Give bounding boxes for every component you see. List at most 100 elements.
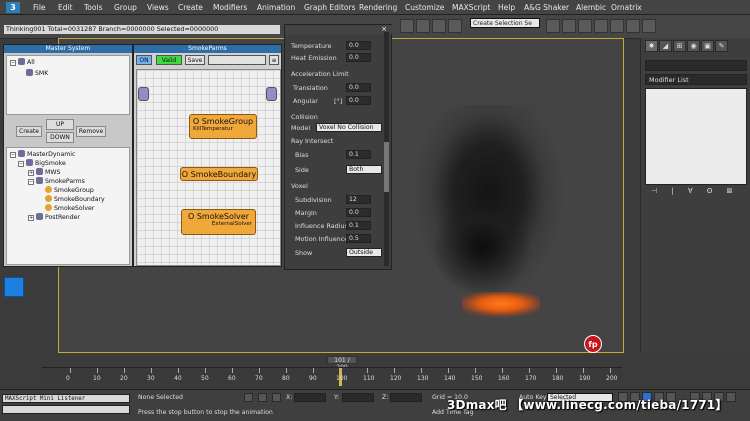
tree-item-smokeparms[interactable]: − SmokeParms bbox=[28, 177, 85, 185]
tree-item-masterdynamic[interactable]: − MasterDynamic bbox=[10, 150, 75, 158]
timeline-tick-label: 130 bbox=[417, 375, 429, 382]
create-button[interactable]: Create bbox=[16, 126, 42, 137]
toolbar-tool-2-icon[interactable] bbox=[562, 19, 576, 33]
x-coordinate-field[interactable] bbox=[294, 393, 326, 402]
margin-label: Margin bbox=[295, 209, 317, 217]
save-button[interactable]: Save bbox=[185, 55, 205, 65]
create-tab-icon[interactable]: ✸ bbox=[645, 40, 658, 52]
selection-set-dropdown[interactable]: Create Selection Se bbox=[470, 18, 540, 28]
render-icon[interactable] bbox=[432, 19, 446, 33]
output-socket[interactable] bbox=[266, 87, 277, 101]
tree-item-all[interactable]: − All bbox=[10, 58, 35, 66]
display-tab-icon[interactable]: ▣ bbox=[701, 40, 714, 52]
hierarchy-tab-icon[interactable]: ⊞ bbox=[673, 40, 686, 52]
object-name-field[interactable] bbox=[645, 60, 747, 71]
menu-rendering[interactable]: Rendering bbox=[359, 3, 397, 12]
smokegroup-node[interactable]: O SmokeGroup KillTemperatur bbox=[189, 114, 257, 139]
menu-graph-editors[interactable]: Graph Editors bbox=[304, 3, 356, 12]
angular-field[interactable]: 0.0 bbox=[346, 96, 371, 105]
show-dropdown[interactable]: Outside bbox=[346, 248, 382, 257]
menu-modifiers[interactable]: Modifiers bbox=[213, 3, 247, 12]
tree-item-smokeboundary[interactable]: SmokeBoundary bbox=[45, 195, 105, 203]
tree-item-smk[interactable]: SMK bbox=[26, 69, 48, 77]
menu-create[interactable]: Create bbox=[178, 3, 203, 12]
node-graph-canvas[interactable]: O SmokeGroup KillTemperatur O SmokeBound… bbox=[136, 69, 281, 266]
input-socket[interactable] bbox=[138, 87, 149, 101]
lock-selection-icon[interactable] bbox=[244, 393, 253, 402]
menu-views[interactable]: Views bbox=[147, 3, 169, 12]
motion-tab-icon[interactable]: ◉ bbox=[687, 40, 700, 52]
y-coordinate-field[interactable] bbox=[342, 393, 374, 402]
stack-buttons[interactable]: ⊣ | ∀ ʘ ⊠ bbox=[645, 187, 747, 197]
maxscript-mini-listener[interactable]: MAXScript Mini Listener bbox=[2, 394, 130, 403]
menu-edit[interactable]: Edit bbox=[58, 3, 73, 12]
menu-alembic[interactable]: Alembic bbox=[576, 3, 606, 12]
bias-field[interactable]: 0.1 bbox=[346, 150, 371, 159]
menu-file[interactable]: File bbox=[33, 3, 46, 12]
on-button[interactable]: ON bbox=[136, 55, 152, 65]
collision-model-dropdown[interactable]: Voxel No Collision bbox=[316, 123, 382, 132]
maxscript-output-field[interactable] bbox=[2, 405, 130, 414]
collapse-icon[interactable]: − bbox=[18, 161, 24, 167]
lock-icon[interactable] bbox=[258, 393, 267, 402]
remove-button[interactable]: Remove bbox=[76, 126, 106, 137]
material-editor-icon[interactable] bbox=[448, 19, 462, 33]
down-button[interactable]: DOWN bbox=[46, 132, 74, 143]
tree-item-smokegroup[interactable]: SmokeGroup bbox=[45, 186, 94, 194]
toolbar-tool-6-icon[interactable] bbox=[626, 19, 640, 33]
timeline-track[interactable]: 0 10 20 30 40 50 60 70 80 90 100 110 120 130 140 150 160… bbox=[42, 367, 622, 386]
modifier-list-dropdown[interactable]: Modifier List bbox=[645, 74, 747, 85]
menu-maxscript[interactable]: MAXScript bbox=[452, 3, 491, 12]
render-setup-icon[interactable] bbox=[400, 19, 414, 33]
smokesolver-node[interactable]: O SmokeSolver ExternalSolver bbox=[181, 209, 256, 235]
expand-icon[interactable]: + bbox=[28, 215, 34, 221]
temperature-field[interactable]: 0.0 bbox=[346, 41, 371, 50]
menu-tools[interactable]: Tools bbox=[84, 3, 102, 12]
app-logo-icon[interactable]: 3 bbox=[6, 2, 20, 13]
heat-emission-field[interactable]: 0.0 bbox=[346, 53, 371, 62]
toolbar-tool-5-icon[interactable] bbox=[610, 19, 624, 33]
tree-item-mws[interactable]: + MWS bbox=[28, 168, 60, 176]
collapse-icon[interactable]: − bbox=[10, 60, 16, 66]
expand-icon[interactable]: + bbox=[28, 170, 34, 176]
tree-item-smokesolver[interactable]: SmokeSolver bbox=[45, 204, 94, 212]
menu-ornatrix[interactable]: Ornatrix bbox=[611, 3, 642, 12]
system-list[interactable]: − All SMK bbox=[6, 55, 130, 115]
menu-icon[interactable]: ≡ bbox=[269, 55, 279, 65]
toolbar-tool-7-icon[interactable] bbox=[642, 19, 656, 33]
toolbar-tool-4-icon[interactable] bbox=[594, 19, 608, 33]
viewport-layout-swatch[interactable] bbox=[4, 277, 24, 297]
toolbar-tool-1-icon[interactable] bbox=[546, 19, 560, 33]
collapse-icon[interactable]: − bbox=[10, 152, 16, 158]
side-dropdown[interactable]: Both bbox=[346, 165, 382, 174]
translation-field[interactable]: 0.0 bbox=[346, 83, 371, 92]
timeline-tick-label: 120 bbox=[390, 375, 402, 382]
utilities-tab-icon[interactable]: ✎ bbox=[715, 40, 728, 52]
menu-ag-shaker[interactable]: A&G Shaker bbox=[524, 3, 569, 12]
toolbar-tool-3-icon[interactable] bbox=[578, 19, 592, 33]
collapse-icon[interactable]: − bbox=[28, 179, 34, 185]
properties-scrollbar[interactable] bbox=[384, 32, 389, 266]
menu-customize[interactable]: Customize bbox=[405, 3, 444, 12]
influence-radius-field[interactable]: 0.1 bbox=[346, 221, 371, 230]
modify-tab-icon[interactable]: ◢ bbox=[659, 40, 672, 52]
menu-animation[interactable]: Animation bbox=[257, 3, 295, 12]
absolute-mode-icon[interactable] bbox=[272, 393, 281, 402]
tree-item-label: SmokeBoundary bbox=[54, 196, 105, 203]
smokeboundary-node[interactable]: O SmokeBoundary bbox=[180, 167, 258, 181]
tree-item-postrender[interactable]: + PostRender bbox=[28, 213, 80, 221]
modifier-stack[interactable] bbox=[645, 88, 747, 185]
subdivision-field[interactable]: 12 bbox=[346, 195, 371, 204]
time-slider[interactable]: 101 / 200 bbox=[327, 356, 357, 371]
up-button[interactable]: UP bbox=[46, 119, 74, 130]
z-coordinate-field[interactable] bbox=[390, 393, 422, 402]
motion-influence-field[interactable]: 0.5 bbox=[346, 234, 371, 243]
scrollbar-thumb[interactable] bbox=[384, 142, 389, 192]
render-frame-icon[interactable] bbox=[416, 19, 430, 33]
node-name-field[interactable] bbox=[208, 55, 266, 65]
tree-item-bigsmoke[interactable]: − BigSmoke bbox=[18, 159, 66, 167]
menu-group[interactable]: Group bbox=[114, 3, 137, 12]
dynamics-tree[interactable]: − MasterDynamic − BigSmoke + MWS − SmokeParm… bbox=[6, 147, 130, 265]
margin-field[interactable]: 0.0 bbox=[346, 208, 371, 217]
menu-help[interactable]: Help bbox=[498, 3, 515, 12]
